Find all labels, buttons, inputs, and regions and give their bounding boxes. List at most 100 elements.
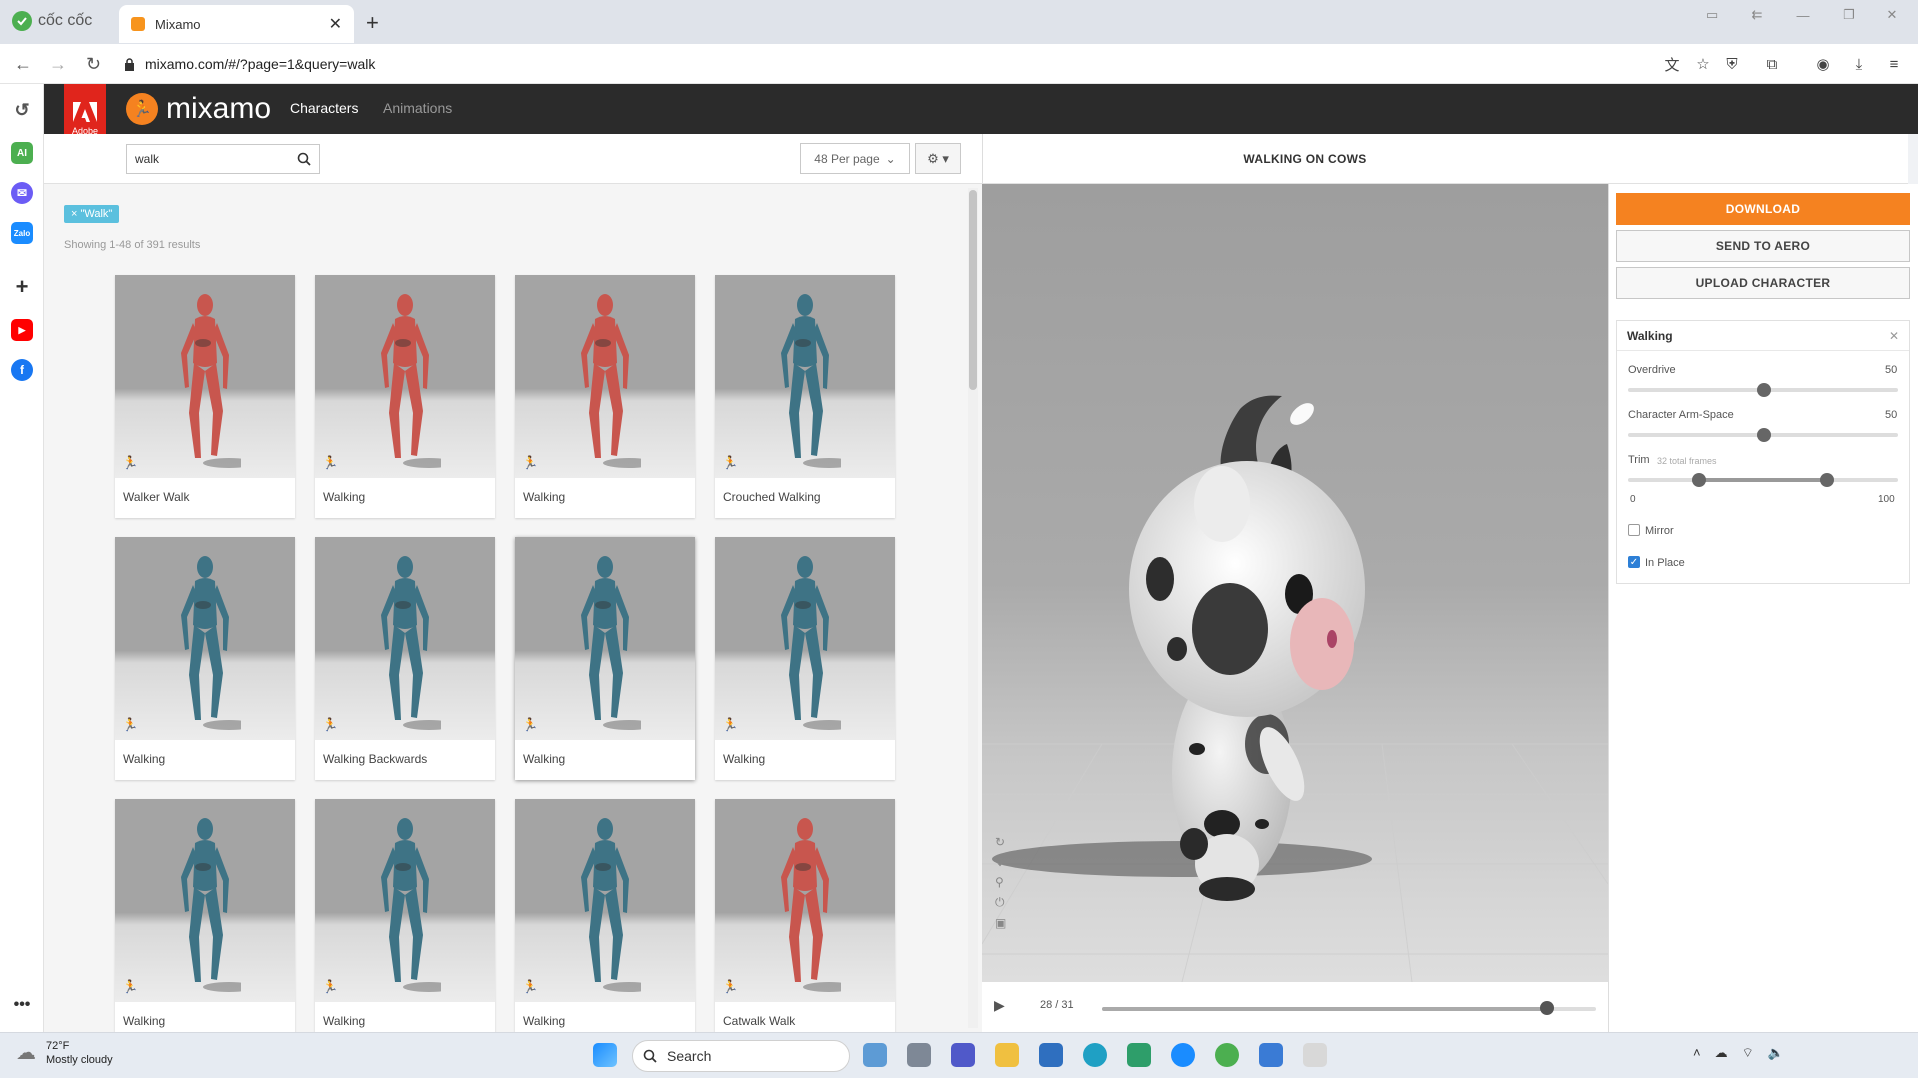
- 3d-viewport[interactable]: [982, 184, 1608, 982]
- reset-icon[interactable]: ⏻: [995, 895, 1006, 910]
- extensions-icon[interactable]: ⧉: [1762, 54, 1782, 74]
- tray-chevron-icon[interactable]: ˄: [1693, 1045, 1701, 1061]
- nav-animations[interactable]: Animations: [383, 100, 452, 116]
- play-button[interactable]: ▶: [994, 997, 1005, 1014]
- search-icon[interactable]: [297, 152, 311, 166]
- download-button[interactable]: DOWNLOAD: [1616, 193, 1910, 225]
- browser-tab-mixamo[interactable]: Mixamo ✕: [119, 5, 354, 43]
- settings-title: Walking: [1627, 328, 1673, 343]
- zalo-taskbar-icon[interactable]: [1171, 1043, 1195, 1067]
- settings-dropdown-button[interactable]: ⚙ ▾: [915, 143, 961, 174]
- animation-thumbnail[interactable]: 🏃: [515, 275, 695, 478]
- arm-space-slider-handle[interactable]: [1757, 428, 1771, 442]
- profile-icon[interactable]: ◉: [1813, 54, 1833, 74]
- close-window-icon[interactable]: ✕: [1872, 7, 1912, 23]
- menu-icon[interactable]: ≡: [1884, 54, 1904, 74]
- facebook-icon[interactable]: f: [11, 359, 33, 381]
- trim-end-handle[interactable]: [1820, 473, 1834, 487]
- animation-card[interactable]: 🏃 Walking: [515, 799, 695, 1032]
- download-icon[interactable]: ⤓: [1849, 54, 1869, 74]
- file-explorer-icon[interactable]: [995, 1043, 1019, 1067]
- upload-character-button[interactable]: UPLOAD CHARACTER: [1616, 267, 1910, 299]
- copilot-icon[interactable]: [863, 1043, 887, 1067]
- app-m-icon[interactable]: [1127, 1043, 1151, 1067]
- in-place-checkbox[interactable]: ✓: [1628, 556, 1640, 568]
- taskbar-search[interactable]: Search: [632, 1040, 850, 1072]
- animation-thumbnail[interactable]: 🏃: [515, 537, 695, 740]
- reload-button[interactable]: ↻: [86, 54, 101, 75]
- weather-widget[interactable]: ☁ 72°F Mostly cloudy: [16, 1039, 113, 1067]
- store-icon[interactable]: [1039, 1043, 1063, 1067]
- timeline-handle[interactable]: [1539, 1001, 1554, 1015]
- zalo-icon[interactable]: Zalo: [11, 222, 33, 244]
- animation-thumbnail[interactable]: 🏃: [115, 275, 295, 478]
- animation-thumbnail[interactable]: 🏃: [115, 799, 295, 1002]
- animation-thumbnail[interactable]: 🏃: [315, 537, 495, 740]
- teams-icon[interactable]: [951, 1043, 975, 1067]
- bookmark-star-icon[interactable]: ☆: [1693, 54, 1713, 74]
- close-settings-icon[interactable]: ✕: [1889, 329, 1899, 343]
- animation-card[interactable]: 🏃 Walking: [515, 275, 695, 518]
- coccoc-taskbar-icon[interactable]: [1215, 1043, 1239, 1067]
- animation-thumbnail[interactable]: 🏃: [715, 275, 895, 478]
- translate-icon[interactable]: 文: [1662, 54, 1682, 74]
- minimize-icon[interactable]: —: [1780, 8, 1826, 23]
- ai-icon[interactable]: AI: [11, 142, 33, 164]
- history-icon[interactable]: ↺: [11, 99, 33, 121]
- cast-icon[interactable]: ▭: [1706, 7, 1734, 23]
- animation-card[interactable]: 🏃 Walking: [115, 537, 295, 780]
- close-tab-icon[interactable]: ✕: [329, 14, 342, 34]
- new-tab-button[interactable]: +: [366, 10, 379, 36]
- animation-card[interactable]: 🏃 Catwalk Walk: [715, 799, 895, 1032]
- animation-label: Crouched Walking: [723, 490, 821, 504]
- animation-card[interactable]: 🏃 Crouched Walking: [715, 275, 895, 518]
- back-button[interactable]: ←: [14, 54, 32, 75]
- nav-characters[interactable]: Characters: [290, 100, 358, 116]
- animation-card[interactable]: 🏃 Walking: [115, 799, 295, 1032]
- animation-thumbnail[interactable]: 🏃: [315, 275, 495, 478]
- animation-card[interactable]: 🏃 Walking: [715, 537, 895, 780]
- animation-card[interactable]: 🏃 Walking: [515, 537, 695, 780]
- walking-figure-icon: 🏃: [522, 979, 539, 994]
- back-arrow-icon[interactable]: ⇇: [1734, 7, 1780, 23]
- shield-icon[interactable]: ⛨: [1722, 54, 1742, 74]
- wifi-icon[interactable]: ⌔: [1742, 1045, 1754, 1061]
- browser-brand[interactable]: cốc cốc: [12, 11, 92, 31]
- youtube-icon[interactable]: ▶: [11, 319, 33, 341]
- mixamo-logo[interactable]: 🏃 mixamo: [126, 92, 271, 126]
- animation-card[interactable]: 🏃 Walking: [315, 275, 495, 518]
- animation-thumbnail[interactable]: 🏃: [115, 537, 295, 740]
- animation-thumbnail[interactable]: 🏃: [315, 799, 495, 1002]
- forward-button[interactable]: →: [49, 54, 67, 75]
- add-sidebar-icon[interactable]: +: [11, 274, 33, 299]
- rotate-icon[interactable]: ↻: [995, 835, 1006, 849]
- animation-thumbnail[interactable]: 🏃: [715, 537, 895, 740]
- mirror-checkbox[interactable]: [1628, 524, 1640, 536]
- trim-start-handle[interactable]: [1692, 473, 1706, 487]
- animation-card[interactable]: 🏃 Walking: [315, 799, 495, 1032]
- more-icon[interactable]: •••: [11, 994, 33, 1016]
- send-to-aero-button[interactable]: SEND TO AERO: [1616, 230, 1910, 262]
- animation-thumbnail[interactable]: 🏃: [715, 799, 895, 1002]
- overdrive-slider-handle[interactable]: [1757, 383, 1771, 397]
- volume-icon[interactable]: 🔈: [1768, 1045, 1784, 1061]
- url-field[interactable]: mixamo.com/#/?page=1&query=walk: [124, 50, 664, 78]
- app-icon[interactable]: [1303, 1043, 1327, 1067]
- windows-start-icon[interactable]: [593, 1043, 617, 1067]
- animation-card[interactable]: 🏃 Walking Backwards: [315, 537, 495, 780]
- per-page-select[interactable]: 48 Per page ⌄: [800, 143, 910, 174]
- edge-icon[interactable]: [1083, 1043, 1107, 1067]
- task-view-icon[interactable]: [907, 1043, 931, 1067]
- zoom-icon[interactable]: ⚲: [995, 875, 1006, 889]
- camera-icon[interactable]: ▣: [995, 916, 1006, 930]
- messenger-icon[interactable]: ✉: [11, 182, 33, 204]
- filter-tag[interactable]: × "Walk": [64, 205, 120, 223]
- search-input[interactable]: walk: [126, 144, 320, 174]
- animation-card[interactable]: 🏃 Walker Walk: [115, 275, 295, 518]
- notepad-icon[interactable]: [1259, 1043, 1283, 1067]
- restore-icon[interactable]: ❐: [1826, 7, 1872, 23]
- pan-icon[interactable]: ✥: [995, 855, 1006, 869]
- results-scrollbar-thumb[interactable]: [969, 190, 977, 390]
- animation-thumbnail[interactable]: 🏃: [515, 799, 695, 1002]
- onedrive-icon[interactable]: ☁: [1715, 1045, 1728, 1061]
